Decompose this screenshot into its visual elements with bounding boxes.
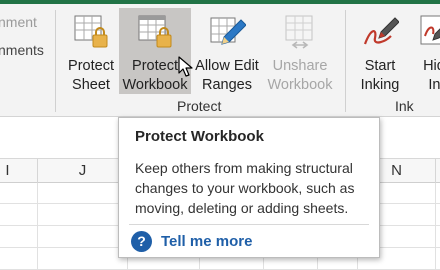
hide-ink-button[interactable]: Hide Ink [410, 8, 440, 94]
tooltip-title: Protect Workbook [135, 128, 264, 145]
protect-workbook-label-2: Workbook [122, 77, 188, 93]
group-separator [55, 10, 56, 112]
protect-sheet-label-2: Sheet [72, 77, 110, 93]
tooltip-description-line: Keep others from making structural [135, 160, 353, 176]
ink-group-label: Ink [395, 98, 414, 114]
protect-group-label: Protect [177, 98, 222, 114]
hide-ink-label-1: Hide [423, 58, 440, 74]
unshare-workbook-icon [285, 15, 313, 49]
allow-edit-ranges-icon [210, 17, 246, 45]
protect-sheet-button[interactable]: Protect Sheet [61, 8, 121, 94]
tell-me-more-label: Tell me more [161, 232, 253, 250]
partial-ribbon-label-top: nment [0, 14, 37, 30]
mouse-pointer-icon [178, 56, 193, 77]
allow-edit-ranges-label-1: Allow Edit [195, 58, 259, 74]
help-icon: ? [131, 230, 152, 252]
start-inking-label-1: Start [364, 58, 396, 74]
protect-workbook-button[interactable]: Protect Workbook [119, 8, 191, 94]
unshare-workbook-label-2: Workbook [267, 77, 333, 93]
allow-edit-ranges-button[interactable]: Allow Edit Ranges [191, 8, 263, 94]
start-inking-label-2: Inking [360, 77, 400, 93]
start-inking-button[interactable]: Start Inking [352, 8, 408, 94]
tooltip-divider [129, 224, 369, 225]
hide-ink-label-2: Ink [428, 77, 440, 93]
tooltip-description-line: changes to your workbook, such as [135, 180, 355, 196]
column-line [435, 183, 436, 270]
protect-sheet-icon [74, 15, 108, 48]
tell-me-more-link[interactable]: ? Tell me more [131, 229, 252, 253]
column-line [37, 183, 38, 270]
unshare-workbook-button[interactable]: Unshare Workbook [262, 8, 338, 94]
protect-workbook-tooltip: Protect Workbook Keep others from making… [118, 117, 380, 258]
hide-ink-icon [420, 15, 440, 45]
start-inking-icon [363, 17, 399, 45]
tooltip-description-line: moving, deleting or adding sheets. [135, 200, 349, 216]
allow-edit-ranges-label-2: Ranges [202, 77, 252, 93]
column-header[interactable]: I [0, 159, 38, 183]
protect-sheet-label-1: Protect [68, 58, 114, 74]
column-header[interactable]: J [38, 159, 128, 183]
unshare-workbook-label-1: Unshare [272, 58, 328, 74]
group-separator [345, 10, 346, 112]
protect-workbook-icon [138, 15, 172, 48]
tooltip-description: Keep others from making structural chang… [135, 158, 371, 218]
column-header[interactable] [436, 159, 440, 183]
partial-ribbon-label-mid: nments [0, 42, 44, 58]
ribbon-review-tab: nment nments Protect Sheet Protect Workb… [0, 4, 440, 117]
